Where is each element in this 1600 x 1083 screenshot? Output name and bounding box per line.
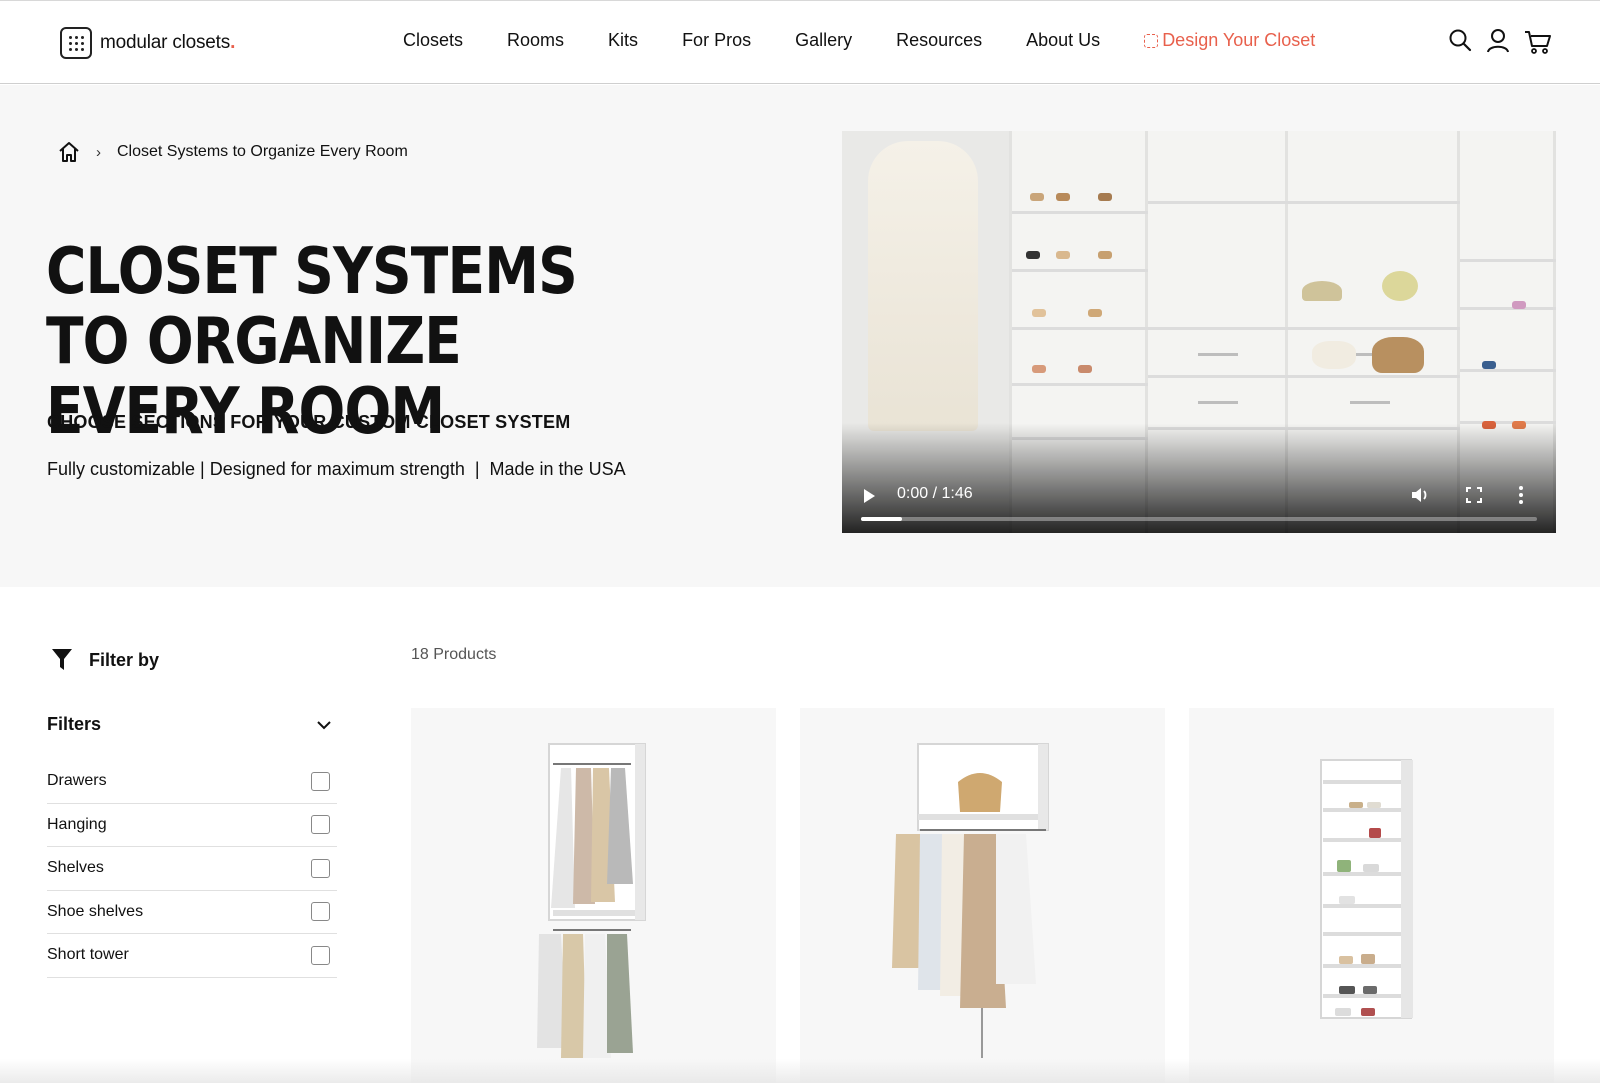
chevron-down-icon[interactable] [316,718,332,730]
nav-rooms[interactable]: Rooms [507,30,564,51]
video-progress-bar[interactable] [861,517,1537,521]
account-icon[interactable] [1486,27,1510,55]
product-image-hanging-shelf [892,743,1049,1058]
product-image-double-hang [537,743,646,1058]
breadcrumb: › Closet Systems to Organize Every Room [58,141,408,163]
breadcrumb-current: Closet Systems to Organize Every Room [117,143,408,160]
product-card[interactable] [800,708,1165,1083]
filter-option-hanging[interactable]: Hanging [47,804,337,847]
product-card[interactable] [411,708,776,1083]
hero-section: › Closet Systems to Organize Every Room … [0,85,1600,587]
design-tool-icon [1144,33,1159,48]
nav-gallery[interactable]: Gallery [795,30,852,51]
video-scene-robe [868,141,978,431]
filter-checkbox[interactable] [311,858,330,878]
bottom-fade [0,1059,1600,1083]
product-card[interactable] [1189,708,1554,1083]
hero-tagline: Fully customizable | Designed for maximu… [47,459,626,479]
nav-about-us[interactable]: About Us [1026,30,1100,51]
cart-icon[interactable] [1524,27,1552,55]
filter-option-short-tower[interactable]: Short tower [47,934,337,978]
volume-icon[interactable] [1410,485,1430,505]
filters-group-title[interactable]: Filters [47,714,101,735]
video-time: 0:00 / 1:46 [897,485,973,502]
design-cta-label: Design Your Closet [1162,30,1316,50]
filter-checkbox[interactable] [311,902,330,922]
more-options-icon[interactable] [1518,485,1524,505]
search-icon[interactable] [1448,27,1472,55]
filter-funnel-icon [51,648,73,672]
filter-checkbox[interactable] [311,945,330,965]
home-icon[interactable] [58,141,80,163]
breadcrumb-separator: › [96,143,101,161]
header-actions [1448,27,1552,55]
filter-option-shoe-shelves[interactable]: Shoe shelves [47,891,337,934]
filter-by-label: Filter by [89,649,160,670]
filter-by-header: Filter by [51,648,159,672]
product-image-shoe-tower [1320,759,1413,1019]
nav-for-pros[interactable]: For Pros [682,30,751,51]
video-controls: 0:00 / 1:46 [842,463,1556,533]
main-nav: Closets Rooms Kits For Pros Gallery Reso… [403,30,1315,51]
nav-kits[interactable]: Kits [608,30,638,51]
filter-option-drawers[interactable]: Drawers [47,760,337,804]
nav-resources[interactable]: Resources [896,30,982,51]
filter-options-list: Drawers Hanging Shelves Shoe shelves Sho… [47,760,337,978]
product-count: 18 Products [411,646,497,663]
fullscreen-icon[interactable] [1466,487,1482,503]
hero-subtitle: CHOOSE SECTIONS FOR YOUR CUSTOM CLOSET S… [47,412,571,432]
video-progress-fill [861,517,902,521]
filter-checkbox[interactable] [311,815,330,835]
nav-closets[interactable]: Closets [403,30,463,51]
site-logo[interactable]: modular closets. [60,27,235,59]
filter-checkbox[interactable] [311,771,330,791]
logo-text: modular closets. [100,32,236,53]
hero-video[interactable]: 0:00 / 1:46 [842,131,1556,533]
logo-grid-icon [60,27,92,59]
nav-design-your-closet[interactable]: Design Your Closet [1144,30,1315,51]
site-header: modular closets. Closets Rooms Kits For … [0,0,1600,84]
play-icon[interactable] [864,489,875,503]
filter-option-shelves[interactable]: Shelves [47,847,337,891]
